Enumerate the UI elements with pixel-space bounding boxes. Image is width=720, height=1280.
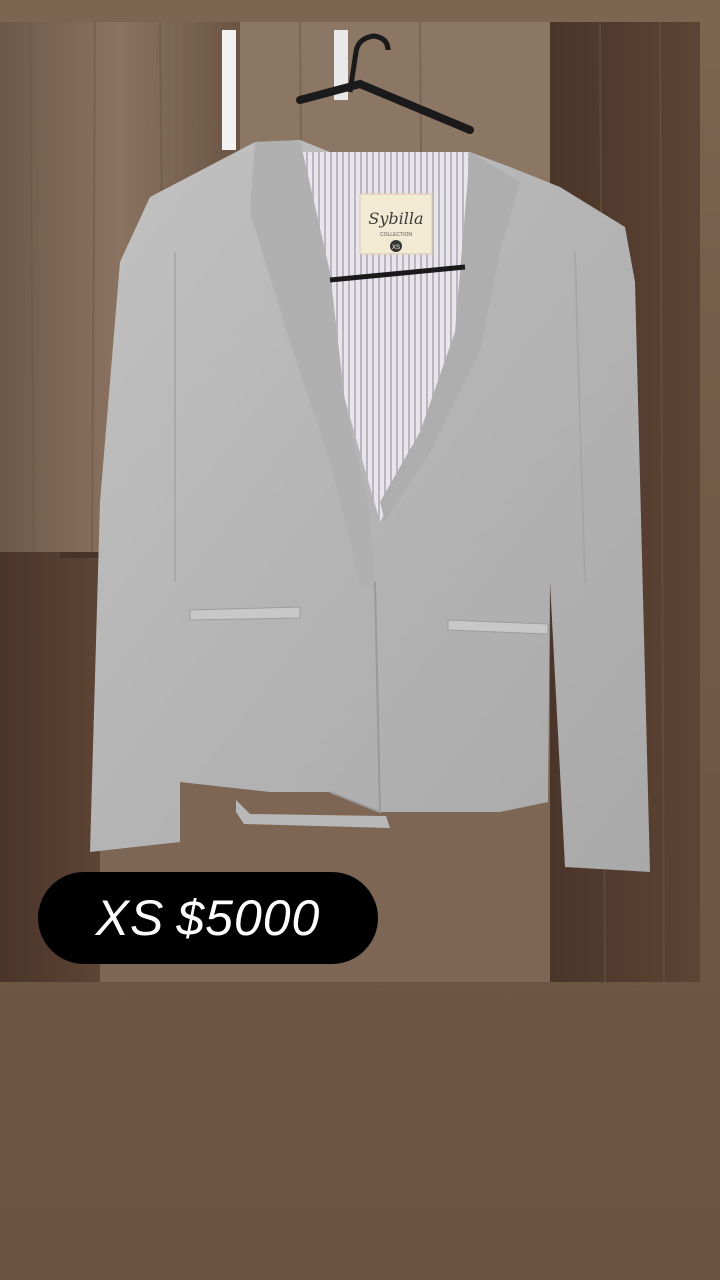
product-photo: Sybilla COLLECTION XS — [0, 22, 700, 982]
size-value: XS — [95, 890, 165, 946]
price-sticker-text: XS $5000 — [90, 889, 327, 947]
size-tag-text: XS — [392, 245, 400, 251]
svg-text:COLLECTION: COLLECTION — [380, 232, 412, 238]
price-value: $5000 — [176, 890, 321, 946]
price-sticker: XS $5000 — [38, 872, 378, 964]
brand-label-text: Sybilla — [368, 209, 423, 228]
